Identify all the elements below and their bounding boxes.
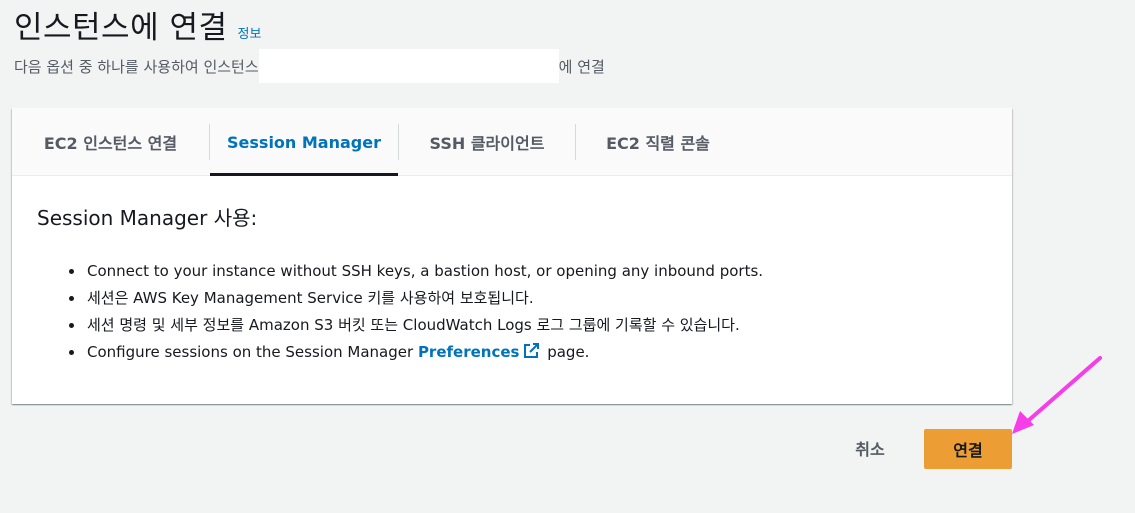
tab-session-manager[interactable]: Session Manager [210,108,398,176]
connect-options-card: EC2 인스턴스 연결 Session Manager SSH 클라이언트 EC… [12,108,1012,404]
tab-content: Session Manager 사용: Connect to your inst… [12,176,1012,368]
cancel-button[interactable]: 취소 [835,428,905,468]
preferences-link-label[interactable]: Preferences [418,343,520,361]
list-item-text: Configure sessions on the Session Manage… [87,343,418,361]
tab-ssh-client[interactable]: SSH 클라이언트 [399,108,575,176]
list-item: 세션은 AWS Key Management Service 키를 사용하여 보… [69,285,987,312]
info-link[interactable]: 정보 [238,23,262,42]
page-subtitle: 다음 옵션 중 하나를 사용하여 인스턴스 에 연결 [14,49,605,83]
tab-ec2-instance-connect[interactable]: EC2 인스턴스 연결 [12,108,209,176]
preferences-link[interactable]: Preferences [418,343,543,361]
tab-bar: EC2 인스턴스 연결 Session Manager SSH 클라이언트 EC… [12,108,1012,176]
tab-ec2-serial-console[interactable]: EC2 직렬 콘솔 [576,108,740,176]
section-heading: Session Manager 사용: [37,206,258,230]
list-item: Configure sessions on the Session Manage… [69,339,987,368]
active-tab-indicator [210,173,398,176]
subtitle-suffix: 에 연결 [558,57,605,76]
subtitle-prefix: 다음 옵션 중 하나를 사용하여 인스턴스 [14,57,259,76]
connect-to-instance-page: 인스턴스에 연결 정보 다음 옵션 중 하나를 사용하여 인스턴스 에 연결 E… [0,0,1135,513]
title-row: 인스턴스에 연결 정보 [14,2,261,47]
redacted-instance-id [258,49,559,83]
list-item: 세션 명령 및 세부 정보를 Amazon S3 버킷 또는 CloudWatc… [69,312,987,339]
list-item-text: page. [542,343,590,361]
connect-button[interactable]: 연결 [924,429,1012,469]
external-link-icon[interactable] [523,341,540,368]
list-item: Connect to your instance without SSH key… [69,258,987,285]
page-title: 인스턴스에 연결 [14,10,228,46]
feature-list: Connect to your instance without SSH key… [37,258,987,368]
